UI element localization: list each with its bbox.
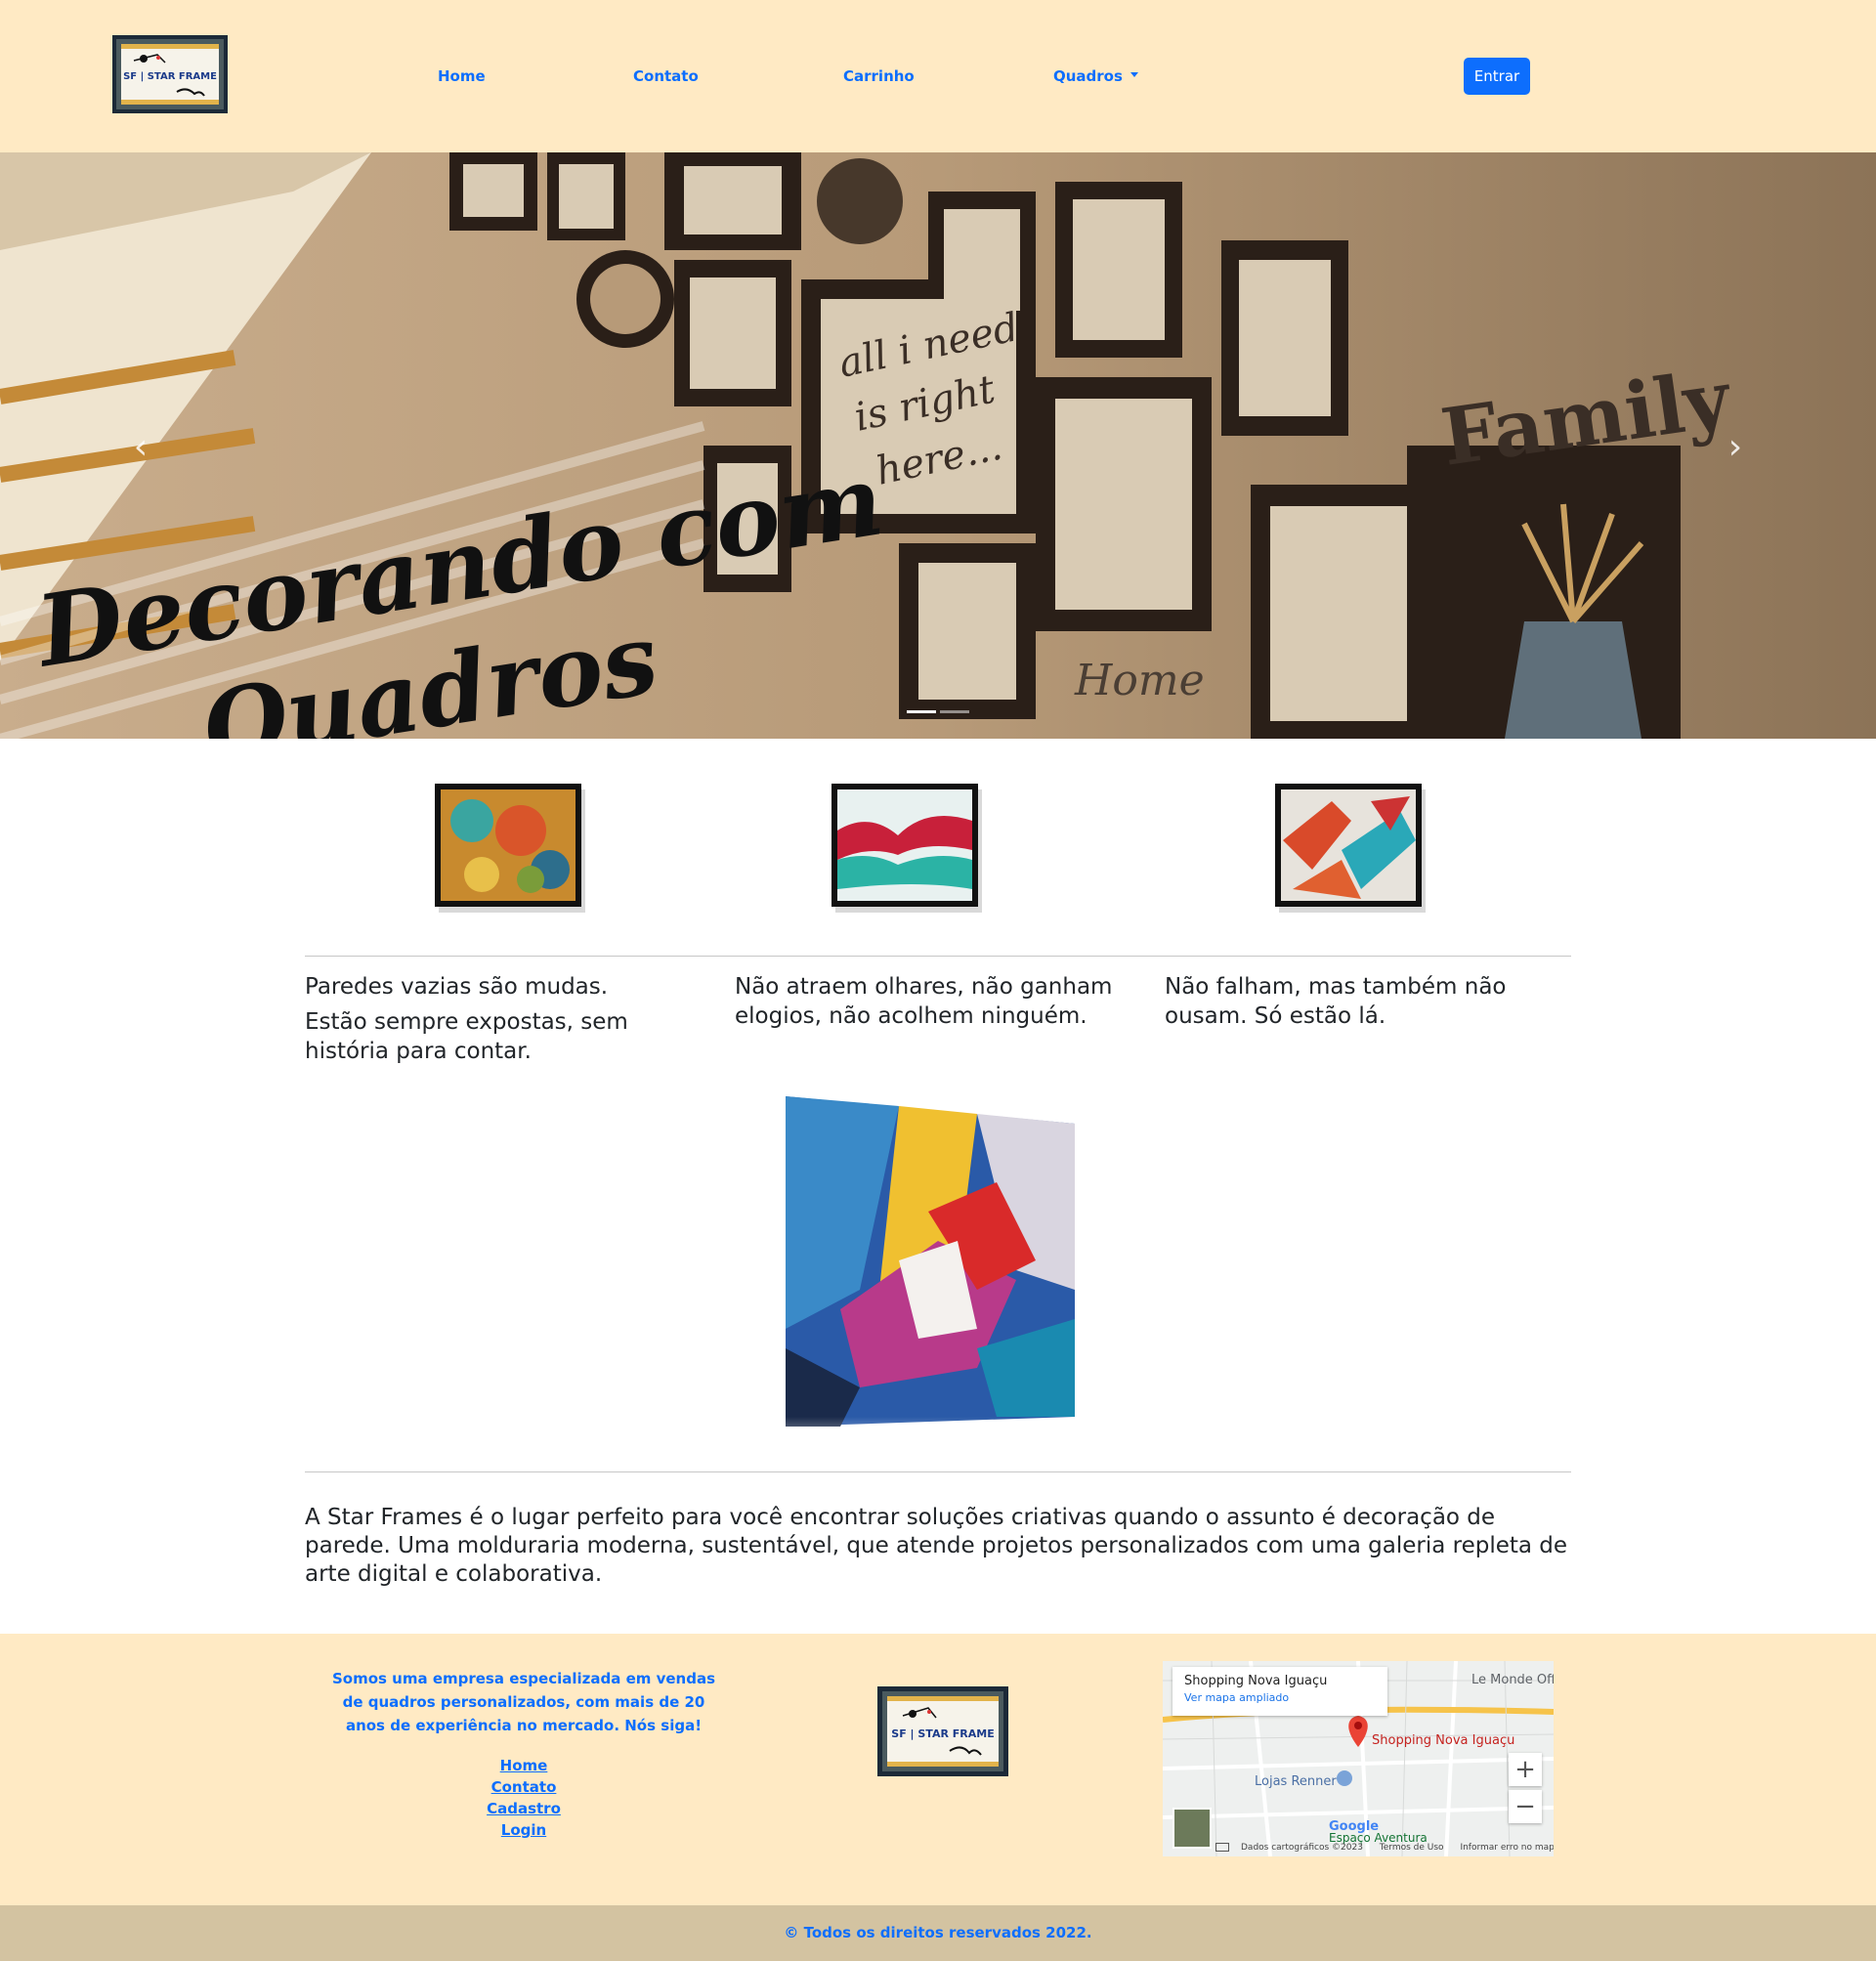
nav-carrinho-link[interactable]: Carrinho bbox=[843, 64, 915, 88]
product-image-orange-abstract[interactable] bbox=[433, 782, 589, 918]
copyright-bar: © Todos os direitos reservados 2022. bbox=[0, 1905, 1876, 1961]
featured-artwork-image bbox=[782, 1096, 1085, 1466]
login-button[interactable]: Entrar bbox=[1464, 58, 1530, 95]
caret-down-icon bbox=[1130, 72, 1138, 77]
carousel-next-icon[interactable]: › bbox=[1716, 428, 1755, 467]
map-label-le-monde: Le Monde Off bbox=[1471, 1673, 1554, 1687]
text-column-3: Não falham, mas também não ousam. Só est… bbox=[1165, 972, 1575, 1037]
column-2-line-1: Não atraem olhares, não ganham elogios, … bbox=[735, 974, 1113, 1029]
product-image-teal-abstract[interactable] bbox=[830, 782, 986, 918]
map-place-card: Shopping Nova Iguaçu Ver mapa ampliado bbox=[1172, 1667, 1387, 1716]
map-enlarge-link[interactable]: Ver mapa ampliado bbox=[1184, 1690, 1376, 1706]
map-terms-link[interactable]: Termos de Uso bbox=[1380, 1843, 1444, 1853]
divider-top bbox=[305, 956, 1571, 957]
logo-text: SF | STAR FRAME bbox=[123, 71, 217, 82]
wall-home-text: Home bbox=[1074, 656, 1205, 705]
carousel-indicator-1[interactable] bbox=[907, 710, 936, 713]
product-image-red-abstract[interactable] bbox=[1273, 782, 1429, 918]
map-report-link[interactable]: Informar erro no mapa bbox=[1460, 1843, 1554, 1853]
nav-home-link[interactable]: Home bbox=[438, 64, 486, 88]
google-map-embed[interactable]: Shopping Nova Iguaçu Ver mapa ampliado L… bbox=[1163, 1661, 1554, 1856]
nav-contato-link[interactable]: Contato bbox=[633, 64, 699, 88]
footer: Somos uma empresa especializada em venda… bbox=[0, 1634, 1876, 1905]
map-place-title: Shopping Nova Iguaçu bbox=[1184, 1674, 1328, 1688]
footer-link-contato[interactable]: Contato bbox=[426, 1776, 621, 1798]
carousel-indicators bbox=[907, 710, 969, 714]
google-logo: Google bbox=[1329, 1819, 1380, 1834]
column-3-line-1: Não falham, mas também não ousam. Só est… bbox=[1165, 974, 1507, 1029]
column-1-line-1: Paredes vazias são mudas. bbox=[305, 974, 609, 1000]
footer-logo: SF | STAR FRAME bbox=[877, 1686, 1008, 1776]
about-text: A Star Frames é o lugar perfeito para vo… bbox=[305, 1505, 1568, 1587]
map-data-credit: Dados cartográficos ©2023 bbox=[1241, 1843, 1363, 1853]
map-label-renner: Lojas Renner bbox=[1255, 1774, 1337, 1789]
text-column-1: Paredes vazias são mudas. Estão sempre e… bbox=[305, 972, 705, 1072]
footer-link-login[interactable]: Login bbox=[426, 1819, 621, 1841]
footer-link-cadastro[interactable]: Cadastro bbox=[426, 1798, 621, 1819]
nav-quadros-dropdown[interactable]: Quadros bbox=[1053, 64, 1138, 88]
map-attribution: Dados cartográficos ©2023 Termos de Uso … bbox=[1241, 1843, 1554, 1853]
footer-links: Home Contato Cadastro Login bbox=[426, 1755, 621, 1841]
carousel-prev-icon[interactable]: ‹ bbox=[121, 428, 160, 467]
divider-bottom bbox=[305, 1471, 1571, 1472]
map-satellite-toggle[interactable] bbox=[1172, 1808, 1212, 1849]
map-zoom-out-button[interactable]: − bbox=[1509, 1790, 1542, 1823]
nav-quadros-label: Quadros bbox=[1053, 67, 1123, 85]
map-marker-label[interactable]: Shopping Nova Iguaçu bbox=[1372, 1733, 1514, 1748]
star-frame-logo[interactable]: SF | STAR FRAME bbox=[112, 35, 228, 113]
footer-link-home[interactable]: Home bbox=[426, 1755, 621, 1776]
keyboard-icon[interactable] bbox=[1215, 1843, 1229, 1852]
hero-carousel: all i need is right here... Family Home … bbox=[0, 152, 1876, 739]
map-zoom-in-button[interactable]: + bbox=[1509, 1753, 1542, 1786]
text-column-2: Não atraem olhares, não ganham elogios, … bbox=[735, 972, 1135, 1037]
column-1-line-2: Estão sempre expostas, sem história para… bbox=[305, 1009, 628, 1064]
footer-logo-text: SF | STAR FRAME bbox=[891, 1727, 994, 1740]
navbar: SF | STAR FRAME Home Contato Carrinho Qu… bbox=[0, 0, 1876, 152]
carousel-indicator-2[interactable] bbox=[940, 710, 969, 713]
footer-description: Somos uma empresa especializada em venda… bbox=[331, 1670, 716, 1734]
